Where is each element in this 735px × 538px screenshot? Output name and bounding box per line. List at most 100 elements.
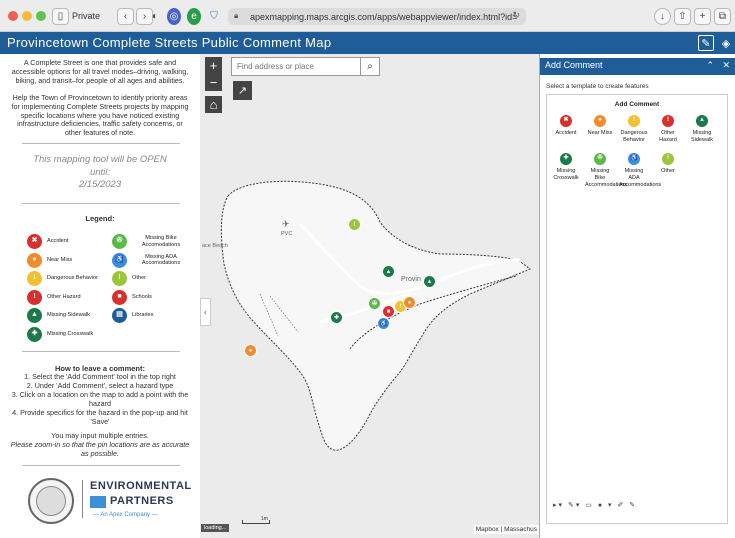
- other-hazard-icon: !: [662, 115, 674, 127]
- legend-item-missing-sidewalk: ▲ Missing Sidewalk: [27, 308, 90, 323]
- intro-paragraph-2: Help the Town of Provincetown to identif…: [11, 93, 189, 138]
- layers-icon[interactable]: ◈: [718, 35, 734, 51]
- open-external-icon[interactable]: ↗: [233, 81, 252, 100]
- close-window-button[interactable]: [8, 11, 18, 21]
- other-icon: !: [112, 271, 127, 286]
- template-other-hazard[interactable]: ! Other Hazard: [653, 115, 683, 144]
- open-notice-until: until:: [89, 167, 111, 178]
- search-input[interactable]: [231, 57, 361, 76]
- town-seal: [28, 478, 74, 524]
- download-icon[interactable]: ↓: [654, 8, 671, 25]
- legend-item-missing-bike-accomodations: ✇ Missing Bike Accomodations: [112, 234, 190, 249]
- tab-overview-icon[interactable]: ⧉: [714, 8, 731, 25]
- map-view[interactable]: ✈ PVC ace Beach Provin ! ▲ ▲ ✇ ■ ! ● ♿ ✚…: [200, 54, 539, 538]
- legend-label: Schools: [132, 293, 152, 300]
- divider: [22, 143, 180, 144]
- near-miss-icon: ●: [594, 115, 606, 127]
- template-missing-ada-accommodations[interactable]: ♿ Missing ADA Accommodations: [619, 153, 661, 189]
- template-missing-sidewalk[interactable]: ▲ Missing Sidewalk: [687, 115, 717, 144]
- url-text: apexmapping.maps.arcgis.com/apps/webappv…: [250, 11, 518, 22]
- loading-text: loading...: [204, 525, 227, 531]
- zoom-out-button[interactable]: −: [205, 74, 222, 91]
- legend-item-other: ! Other: [112, 271, 146, 286]
- info-panel: A Complete Street is one that provides s…: [0, 54, 200, 538]
- map-land-svg: [220, 180, 531, 451]
- schools-icon: ■: [112, 289, 127, 305]
- add-comment-tool-icon[interactable]: ✎: [698, 35, 714, 51]
- template-label: Accident: [555, 130, 577, 136]
- chevron-left-icon[interactable]: ‹: [117, 8, 134, 25]
- legend-title: Legend:: [85, 214, 115, 223]
- brand-line-1: ENVIRONMENTAL: [90, 480, 192, 492]
- privacy-shield-icon[interactable]: ⛉: [207, 8, 221, 25]
- template-label: Other: [661, 168, 675, 174]
- share-icon[interactable]: ⇧: [674, 8, 691, 25]
- map-pin-missing-sidewalk[interactable]: ▲: [382, 265, 395, 278]
- template-instruction: Select a template to create features: [546, 83, 649, 90]
- open-notice: This mapping tool will be OPEN: [33, 154, 167, 165]
- missing-sidewalk-icon: ▲: [696, 115, 708, 127]
- legend-label: Missing Crosswalk: [47, 330, 94, 337]
- legend-item-missing-ada-accomodations: ♿ Missing ADA Accomodations: [112, 252, 190, 268]
- search-icon[interactable]: ⌕: [361, 57, 380, 76]
- lock-icon: 🔒︎: [234, 11, 239, 20]
- map-pin-near-miss[interactable]: ●: [244, 344, 257, 357]
- browser-toolbar: ▯ Private ‹ › ◐ ◎ e ⛉ 🔒︎ apexmapping.map…: [0, 0, 735, 32]
- map-pin-missing-crosswalk[interactable]: ✚: [330, 311, 343, 324]
- legend-label: Accident: [47, 238, 69, 245]
- shield-icon[interactable]: ◐: [148, 8, 162, 25]
- legend-label: Near Miss: [47, 256, 73, 263]
- howto-step-3: 3. Click on a location on the map to add…: [11, 390, 189, 408]
- map-label-beach: ace Beach: [202, 243, 228, 249]
- open-date: 2/15/2023: [78, 179, 122, 190]
- new-tab-icon[interactable]: +: [694, 8, 711, 25]
- template-other[interactable]: ! Other: [653, 153, 683, 175]
- template-accident[interactable]: ✖ Accident: [551, 115, 581, 137]
- legend-item-dangerous-behavior: ! Dangerous Behavior: [27, 271, 98, 286]
- legend-item-libraries: ▤ Libraries: [112, 308, 153, 323]
- loading-indicator: loading...: [201, 524, 230, 532]
- edit-toolbar[interactable]: ▸▾ ✎▾ ▭ ● ▾ ✐ ✎: [553, 501, 637, 509]
- minimize-window-button[interactable]: [22, 11, 32, 21]
- sidebar-toggle-icon[interactable]: ▯: [52, 8, 69, 25]
- private-label: Private: [72, 11, 101, 21]
- zoom-in-button[interactable]: +: [205, 57, 222, 74]
- template-near-miss[interactable]: ● Near Miss: [585, 115, 615, 137]
- missing-ada-accommodations-icon: ♿: [628, 153, 640, 165]
- cape-landmass: [220, 180, 531, 451]
- divider: [22, 351, 180, 352]
- template-missing-bike-accommodations[interactable]: ✇ Missing Bike Accommodations: [585, 153, 628, 189]
- app-title: Provincetown Complete Streets Public Com…: [7, 35, 332, 50]
- divider: [22, 465, 180, 466]
- legend-item-accident: ✖ Accident: [27, 234, 68, 249]
- map-pin-other[interactable]: !: [348, 218, 361, 231]
- extension-icon[interactable]: ◎: [167, 8, 181, 25]
- evernote-icon[interactable]: e: [187, 8, 201, 25]
- zoom-window-button[interactable]: [36, 11, 46, 21]
- address-bar[interactable]: 🔒︎ apexmapping.maps.arcgis.com/apps/weba…: [228, 8, 526, 25]
- missing-crosswalk-icon: ✚: [560, 153, 572, 165]
- collapse-panel-chevron-icon[interactable]: ‹: [200, 298, 211, 326]
- note-zoom: Please zoom-in so that the pin locations…: [10, 440, 190, 458]
- accident-icon: ✖: [560, 115, 572, 127]
- reload-icon[interactable]: ↻: [512, 10, 520, 21]
- brand-line-2: PARTNERS: [110, 495, 174, 507]
- home-icon[interactable]: ⌂: [205, 96, 222, 113]
- legend-label: Missing Sidewalk: [47, 312, 90, 319]
- template-label: Missing Bike Accommodations: [585, 168, 628, 188]
- collapse-chevron-icon[interactable]: ⌃: [706, 60, 714, 71]
- map-pin-near-miss[interactable]: ●: [403, 296, 416, 309]
- other-icon: !: [662, 153, 674, 165]
- other-hazard-icon: !: [27, 289, 42, 305]
- map-pin-missing-ada[interactable]: ♿: [377, 317, 390, 330]
- template-dangerous-behavior[interactable]: ! Dangerous Behavior: [619, 115, 649, 144]
- legend-item-other-hazard: ! Other Hazard: [27, 289, 81, 305]
- map-attribution: Mapbox | Massachus: [473, 525, 539, 534]
- panel-title: Add Comment: [545, 60, 603, 70]
- map-pin-missing-sidewalk[interactable]: ▲: [423, 275, 436, 288]
- scale-label: 1m: [261, 516, 268, 522]
- template-picker: Add Comment ✖ Accident ● Near Miss! Dangerou…: [546, 94, 728, 524]
- close-icon[interactable]: ✕: [722, 60, 730, 71]
- map-pin-missing-bike[interactable]: ✇: [368, 297, 381, 310]
- template-missing-crosswalk[interactable]: ✚ Missing Crosswalk: [551, 153, 581, 182]
